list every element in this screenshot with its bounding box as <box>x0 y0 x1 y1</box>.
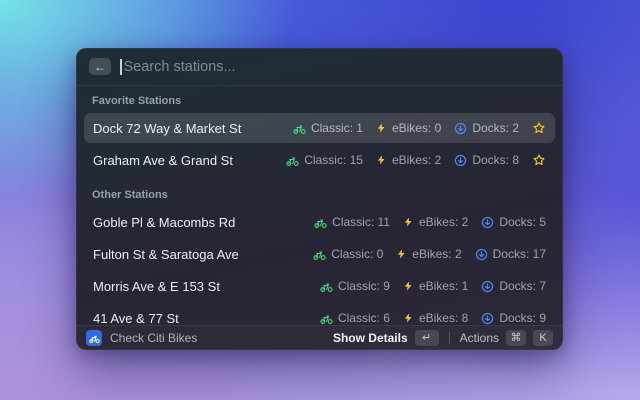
ebike-count: eBikes: 2 <box>376 153 441 167</box>
ebike-count: eBikes: 2 <box>403 215 468 229</box>
row-accessories: Classic: 6 eBikes: 8 Docks: 9 <box>320 311 546 325</box>
ebike-count: eBikes: 8 <box>403 311 468 325</box>
show-details-action[interactable]: Show Details <box>333 331 408 345</box>
search-bar: ← <box>76 48 563 86</box>
docks-count: Docks: 8 <box>454 153 519 167</box>
ebike-count-label: eBikes: 1 <box>419 279 468 293</box>
back-button[interactable]: ← <box>89 58 111 75</box>
station-name: Fulton St & Saratoga Ave <box>93 247 313 262</box>
docks-arrow-circle-icon <box>454 154 467 167</box>
classic-bike-icon <box>286 154 299 167</box>
docks-count-label: Docks: 5 <box>499 215 546 229</box>
classic-bike-icon <box>313 248 326 261</box>
ebike-bolt-icon <box>403 280 414 292</box>
row-accessories: Classic: 11 eBikes: 2 Docks: 5 <box>314 215 546 229</box>
station-name: Dock 72 Way & Market St <box>93 121 293 136</box>
docks-count: Docks: 5 <box>481 215 546 229</box>
footer-app-label: Check Citi Bikes <box>110 331 325 345</box>
row-accessories: Classic: 0 eBikes: 2 Docks: 17 <box>313 247 546 261</box>
docks-count: Docks: 17 <box>475 247 546 261</box>
classic-count: Classic: 6 <box>320 311 390 325</box>
ebike-count-label: eBikes: 2 <box>419 215 468 229</box>
docks-count-label: Docks: 17 <box>493 247 546 261</box>
classic-count: Classic: 1 <box>293 121 363 135</box>
docks-count-label: Docks: 2 <box>472 121 519 135</box>
ebike-bolt-icon <box>376 122 387 134</box>
docks-arrow-circle-icon <box>481 312 494 325</box>
ebike-count: eBikes: 0 <box>376 121 441 135</box>
footer-actions: Show Details ↵ Actions ⌘ K <box>333 330 553 346</box>
classic-count: Classic: 0 <box>313 247 383 261</box>
ebike-bolt-icon <box>396 248 407 260</box>
classic-count-label: Classic: 1 <box>311 121 363 135</box>
station-row[interactable]: 41 Ave & 77 St Classic: 6 eBikes: 8 Dock… <box>84 303 555 325</box>
ebike-bolt-icon <box>403 216 414 228</box>
classic-count: Classic: 9 <box>320 279 390 293</box>
classic-bike-icon <box>314 216 327 229</box>
docks-count-label: Docks: 8 <box>472 153 519 167</box>
actions-menu-action[interactable]: Actions <box>460 331 499 345</box>
footer-divider <box>449 332 450 344</box>
footer-bar: Check Citi Bikes Show Details ↵ Actions … <box>76 325 563 350</box>
docks-count-label: Docks: 9 <box>499 311 546 325</box>
station-name: Graham Ave & Grand St <box>93 153 286 168</box>
station-row[interactable]: Graham Ave & Grand St Classic: 15 eBikes… <box>84 145 555 175</box>
k-key-badge: K <box>533 330 553 346</box>
raycast-window: ← Favorite Stations Dock 72 Way & Market… <box>76 48 563 350</box>
docks-arrow-circle-icon <box>481 216 494 229</box>
docks-count: Docks: 9 <box>481 311 546 325</box>
ebike-count: eBikes: 1 <box>403 279 468 293</box>
classic-count-label: Classic: 9 <box>338 279 390 293</box>
docks-arrow-circle-icon <box>454 122 467 135</box>
docks-count: Docks: 2 <box>454 121 519 135</box>
ebike-count-label: eBikes: 2 <box>392 153 441 167</box>
row-accessories: Classic: 9 eBikes: 1 Docks: 7 <box>320 279 546 293</box>
station-name: Morris Ave & E 153 St <box>93 279 320 294</box>
citibike-app-icon <box>86 330 102 346</box>
search-input[interactable] <box>122 59 551 75</box>
ebike-bolt-icon <box>403 312 414 324</box>
ebike-count-label: eBikes: 8 <box>419 311 468 325</box>
ebike-count-label: eBikes: 2 <box>412 247 461 261</box>
classic-bike-icon <box>320 280 333 293</box>
ebike-count-label: eBikes: 0 <box>392 121 441 135</box>
station-name: 41 Ave & 77 St <box>93 311 320 326</box>
station-row[interactable]: Morris Ave & E 153 St Classic: 9 eBikes:… <box>84 271 555 301</box>
docks-arrow-circle-icon <box>481 280 494 293</box>
search-input-wrap[interactable] <box>120 59 550 75</box>
classic-count-label: Classic: 0 <box>331 247 383 261</box>
docks-count: Docks: 7 <box>481 279 546 293</box>
cmd-key-badge: ⌘ <box>506 330 526 346</box>
ebike-bolt-icon <box>376 154 387 166</box>
return-key-badge: ↵ <box>415 330 439 346</box>
classic-bike-icon <box>293 122 306 135</box>
classic-count-label: Classic: 11 <box>332 215 390 229</box>
docks-arrow-circle-icon <box>475 248 488 261</box>
docks-count-label: Docks: 7 <box>499 279 546 293</box>
classic-count-label: Classic: 6 <box>338 311 390 325</box>
classic-bike-icon <box>320 312 333 325</box>
row-accessories: Classic: 15 eBikes: 2 Docks: 8 <box>286 153 546 167</box>
station-row[interactable]: Dock 72 Way & Market St Classic: 1 eBike… <box>84 113 555 143</box>
station-row[interactable]: Goble Pl & Macombs Rd Classic: 11 eBikes… <box>84 207 555 237</box>
classic-count-label: Classic: 15 <box>304 153 363 167</box>
station-name: Goble Pl & Macombs Rd <box>93 215 314 230</box>
favorite-star-icon <box>532 153 546 167</box>
classic-count: Classic: 11 <box>314 215 390 229</box>
section-title-other: Other Stations <box>84 177 555 207</box>
section-title-favorites: Favorite Stations <box>84 86 555 113</box>
classic-count: Classic: 15 <box>286 153 363 167</box>
station-row[interactable]: Fulton St & Saratoga Ave Classic: 0 eBik… <box>84 239 555 269</box>
favorite-star-icon <box>532 121 546 135</box>
station-list: Favorite Stations Dock 72 Way & Market S… <box>76 86 563 325</box>
row-accessories: Classic: 1 eBikes: 0 Docks: 2 <box>293 121 546 135</box>
ebike-count: eBikes: 2 <box>396 247 461 261</box>
